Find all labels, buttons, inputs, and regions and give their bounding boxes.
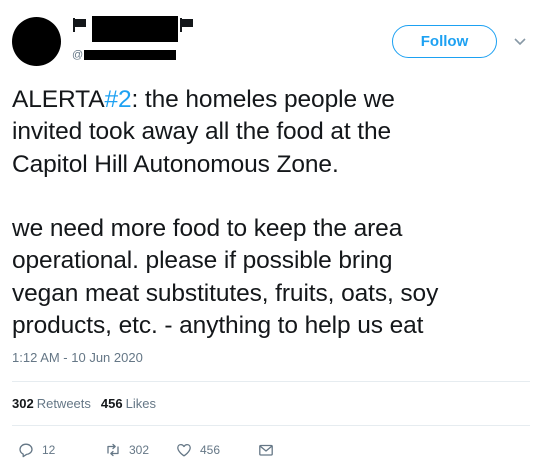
retweet-count: 302	[129, 443, 150, 457]
user-handle[interactable]: @	[72, 48, 182, 62]
reply-icon	[19, 443, 33, 458]
retweet-button[interactable]: 302	[105, 440, 149, 460]
reply-count: 12	[42, 443, 56, 457]
likes-stat-label: Likes	[125, 396, 156, 411]
handle-redaction	[84, 50, 176, 60]
likes-stat-count: 456	[100, 396, 123, 411]
tweet-stats: 302 Retweets 456 Likes	[12, 396, 156, 412]
handle-at-sign: @	[72, 49, 84, 61]
direct-message-button[interactable]	[258, 440, 282, 460]
retweets-stat-label: Retweets	[36, 396, 91, 411]
flag-icon	[179, 18, 195, 32]
flag-icon	[72, 18, 88, 32]
follow-button[interactable]: Follow	[392, 25, 497, 58]
chevron-down-icon[interactable]	[513, 36, 527, 48]
like-icon	[177, 443, 191, 457]
divider	[12, 381, 530, 382]
tweet-text: ALERTA#2: the homeles people we invited …	[12, 84, 537, 342]
tweet-timestamp[interactable]: 1:12 AM - 10 Jun 2020	[12, 350, 143, 366]
hashtag-link[interactable]: #2	[104, 86, 131, 113]
tweet-text-body: : the homeles people we invited took awa…	[12, 86, 439, 340]
retweets-stat[interactable]: 302 Retweets	[12, 396, 91, 412]
divider	[12, 425, 530, 426]
retweets-stat-count: 302	[12, 396, 34, 411]
like-button[interactable]: 456	[176, 440, 220, 460]
reply-button[interactable]: 12	[18, 440, 55, 460]
avatar[interactable]	[12, 17, 61, 66]
name-redaction	[92, 16, 178, 42]
mail-icon	[259, 444, 273, 456]
display-name[interactable]	[72, 16, 202, 42]
tweet-text-prefix: ALERTA	[12, 86, 105, 113]
like-count: 456	[200, 443, 221, 457]
retweet-icon	[107, 443, 119, 457]
likes-stat[interactable]: 456 Likes	[101, 396, 156, 412]
